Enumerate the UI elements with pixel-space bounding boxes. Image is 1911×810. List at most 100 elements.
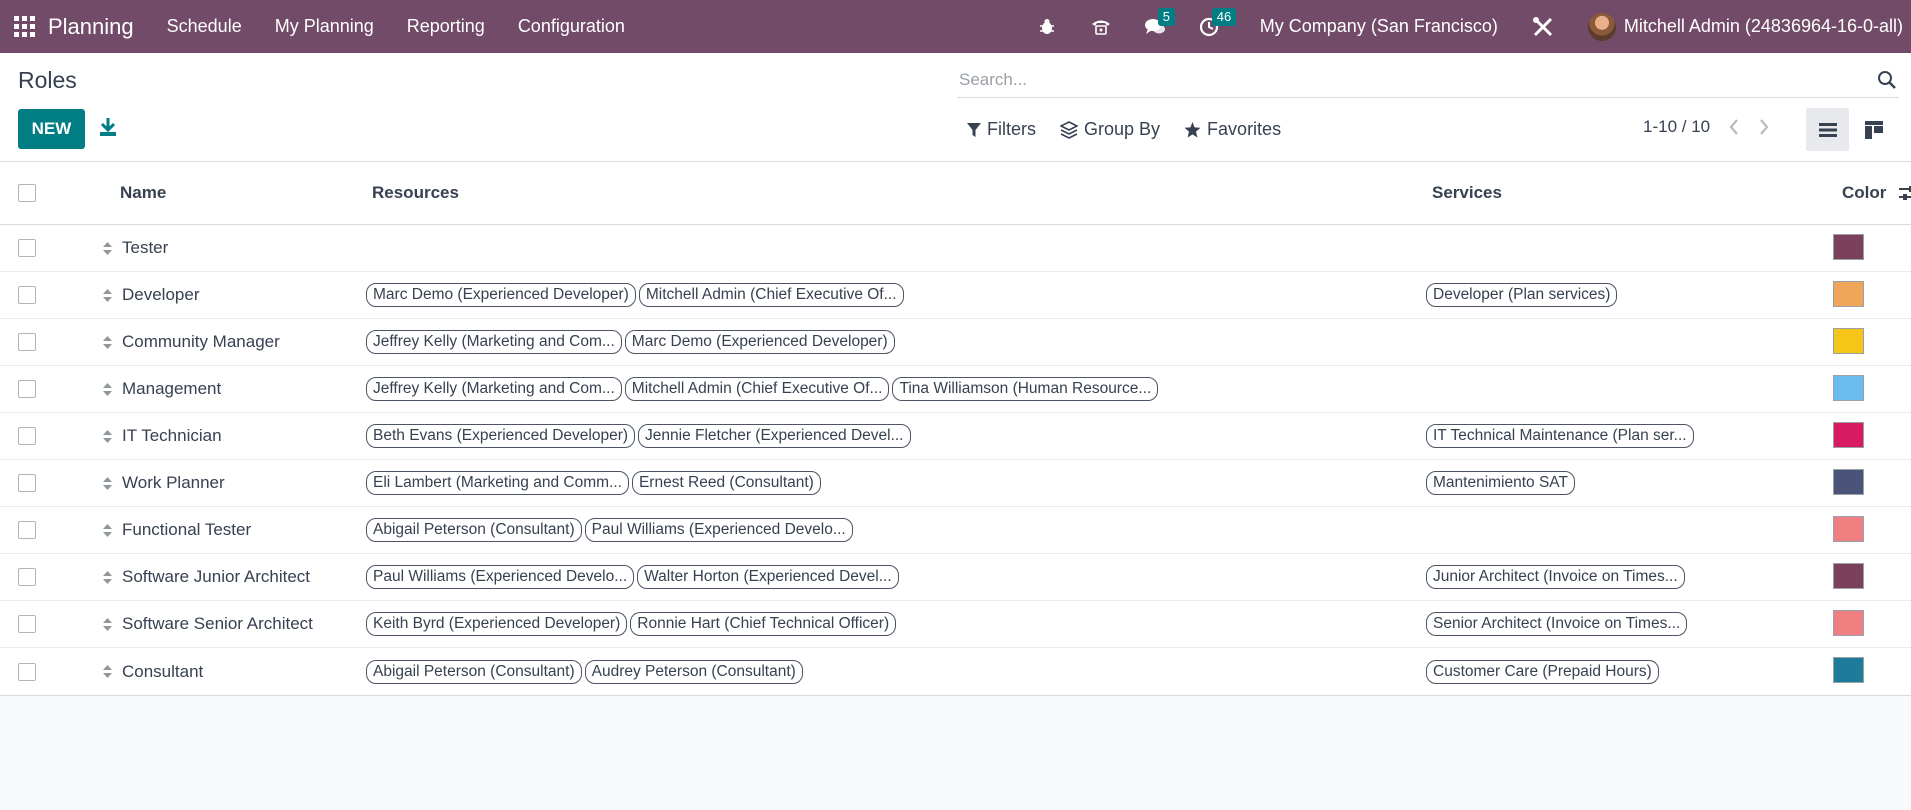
resource-tag[interactable]: Ernest Reed (Consultant) <box>631 471 821 495</box>
resource-tag[interactable]: Beth Evans (Experienced Developer) <box>366 424 636 448</box>
resource-tag[interactable]: Marc Demo (Experienced Developer) <box>624 330 895 354</box>
table-row[interactable]: Management Jeffrey Kelly (Marketing and C… <box>0 366 1911 413</box>
resource-tag[interactable]: Jeffrey Kelly (Marketing and Com... <box>366 330 622 354</box>
row-checkbox[interactable] <box>18 521 36 539</box>
table-row[interactable]: IT Technician Beth Evans (Experienced Dev… <box>0 413 1911 460</box>
table-header: Name Resources Services Color <box>0 162 1911 225</box>
user-menu[interactable]: Mitchell Admin (24836964-16-0-all) <box>1624 16 1903 37</box>
resource-tag[interactable]: Paul Williams (Experienced Develo... <box>366 565 635 589</box>
service-tag[interactable]: Developer (Plan services) <box>1426 283 1618 307</box>
filters-toggle[interactable]: Filters <box>967 119 1036 140</box>
column-header-resources[interactable]: Resources <box>372 183 1432 203</box>
service-tag[interactable]: Junior Architect (Invoice on Times... <box>1426 565 1685 589</box>
group-by-toggle[interactable]: Group By <box>1060 119 1160 140</box>
menu-my-planning[interactable]: My Planning <box>275 16 374 37</box>
drag-handle-icon[interactable] <box>100 476 114 491</box>
company-switcher[interactable]: My Company (San Francisco) <box>1260 16 1498 37</box>
table-row[interactable]: Tester <box>0 225 1911 272</box>
row-checkbox[interactable] <box>18 333 36 351</box>
drag-handle-icon[interactable] <box>100 335 114 350</box>
service-tag[interactable]: Customer Care (Prepaid Hours) <box>1426 659 1659 684</box>
color-swatch[interactable] <box>1833 657 1864 683</box>
color-swatch[interactable] <box>1833 563 1864 589</box>
activities-clock-icon[interactable]: 46 <box>1198 7 1237 38</box>
row-checkbox[interactable] <box>18 662 36 681</box>
resource-tag[interactable]: Keith Byrd (Experienced Developer) <box>366 612 628 636</box>
color-swatch[interactable] <box>1833 422 1864 448</box>
chevron-right-icon[interactable] <box>1758 118 1770 136</box>
tools-icon[interactable] <box>1532 16 1554 38</box>
table-row[interactable]: Consultant Abigail Peterson (Consultant) A… <box>0 648 1911 695</box>
resource-tag[interactable]: Audrey Peterson (Consultant) <box>584 659 803 684</box>
favorites-toggle[interactable]: Favorites <box>1184 119 1281 140</box>
resource-tag[interactable]: Mitchell Admin (Chief Executive Of... <box>638 283 904 307</box>
column-header-color[interactable]: Color <box>1842 183 1911 203</box>
table-row[interactable]: Community Manager Jeffrey Kelly (Marketin… <box>0 319 1911 366</box>
pager-value[interactable]: 1-10 / 10 <box>1643 117 1710 137</box>
service-tag[interactable]: IT Technical Maintenance (Plan ser... <box>1426 424 1694 448</box>
color-swatch[interactable] <box>1833 469 1864 495</box>
row-checkbox[interactable] <box>18 239 36 257</box>
menu-reporting[interactable]: Reporting <box>407 16 485 37</box>
color-swatch[interactable] <box>1833 234 1864 260</box>
drag-handle-icon[interactable] <box>100 664 114 679</box>
resource-tag[interactable]: Tina Williamson (Human Resource... <box>892 377 1159 401</box>
color-cell <box>1833 328 1864 354</box>
resource-tag[interactable]: Ronnie Hart (Chief Technical Officer) <box>630 612 897 636</box>
color-swatch[interactable] <box>1833 516 1864 542</box>
row-checkbox[interactable] <box>18 427 36 445</box>
color-swatch[interactable] <box>1833 375 1864 401</box>
search-input[interactable] <box>957 68 1837 91</box>
service-tag[interactable]: Senior Architect (Invoice on Times... <box>1426 612 1688 636</box>
table-row[interactable]: Software Junior Architect Paul Williams (… <box>0 554 1911 601</box>
resource-tag[interactable]: Abigail Peterson (Consultant) <box>366 518 582 542</box>
table-row[interactable]: Developer Marc Demo (Experienced Develope… <box>0 272 1911 319</box>
row-checkbox[interactable] <box>18 286 36 304</box>
drag-handle-icon[interactable] <box>100 523 114 538</box>
chevron-left-icon[interactable] <box>1728 118 1740 136</box>
download-icon[interactable] <box>98 116 118 138</box>
resource-tag[interactable]: Jennie Fletcher (Experienced Devel... <box>638 424 911 448</box>
color-swatch[interactable] <box>1833 328 1864 354</box>
resource-tag[interactable]: Eli Lambert (Marketing and Comm... <box>366 471 629 495</box>
drag-handle-icon[interactable] <box>100 429 114 444</box>
column-header-services[interactable]: Services <box>1432 183 1842 203</box>
table-row[interactable]: Work Planner Eli Lambert (Marketing and C… <box>0 460 1911 507</box>
list-view-button[interactable] <box>1806 108 1849 151</box>
menu-configuration[interactable]: Configuration <box>518 16 625 37</box>
row-checkbox[interactable] <box>18 474 36 492</box>
user-avatar[interactable] <box>1587 12 1616 41</box>
select-all-checkbox[interactable] <box>18 184 36 202</box>
resource-tag[interactable]: Jeffrey Kelly (Marketing and Com... <box>366 377 622 401</box>
resource-tag[interactable]: Mitchell Admin (Chief Executive Of... <box>624 377 890 401</box>
drag-handle-icon[interactable] <box>100 570 114 585</box>
new-button[interactable]: NEW <box>18 109 85 149</box>
column-header-name[interactable]: Name <box>120 183 372 203</box>
bug-icon[interactable] <box>1036 16 1058 38</box>
color-swatch[interactable] <box>1833 610 1864 636</box>
search-icon[interactable] <box>1877 70 1897 90</box>
color-swatch[interactable] <box>1833 281 1864 307</box>
drag-handle-icon[interactable] <box>100 241 114 256</box>
resource-tag[interactable]: Paul Williams (Experienced Develo... <box>584 518 853 542</box>
drag-handle-icon[interactable] <box>100 288 114 303</box>
row-checkbox[interactable] <box>18 568 36 586</box>
table-row[interactable]: Software Senior Architect Keith Byrd (Exp… <box>0 601 1911 648</box>
drag-handle-icon[interactable] <box>100 617 114 632</box>
apps-grid-icon[interactable] <box>14 15 36 38</box>
row-checkbox[interactable] <box>18 380 36 398</box>
row-checkbox[interactable] <box>18 615 36 633</box>
column-settings-icon[interactable] <box>1898 184 1911 202</box>
kanban-view-button[interactable] <box>1852 108 1895 151</box>
app-brand[interactable]: Planning <box>48 14 134 40</box>
service-tag[interactable]: Mantenimiento SAT <box>1426 471 1575 495</box>
resource-tag[interactable]: Marc Demo (Experienced Developer) <box>366 283 636 307</box>
table-row[interactable]: Functional Tester Abigail Peterson (Consu… <box>0 507 1911 554</box>
messages-icon[interactable]: 5 <box>1144 7 1176 38</box>
role-name: Developer <box>122 285 200 304</box>
menu-schedule[interactable]: Schedule <box>167 16 242 37</box>
drag-handle-icon[interactable] <box>100 382 114 397</box>
resource-tag[interactable]: Abigail Peterson (Consultant) <box>366 659 582 684</box>
phone-icon[interactable] <box>1090 16 1112 38</box>
resource-tag[interactable]: Walter Horton (Experienced Devel... <box>637 565 899 589</box>
